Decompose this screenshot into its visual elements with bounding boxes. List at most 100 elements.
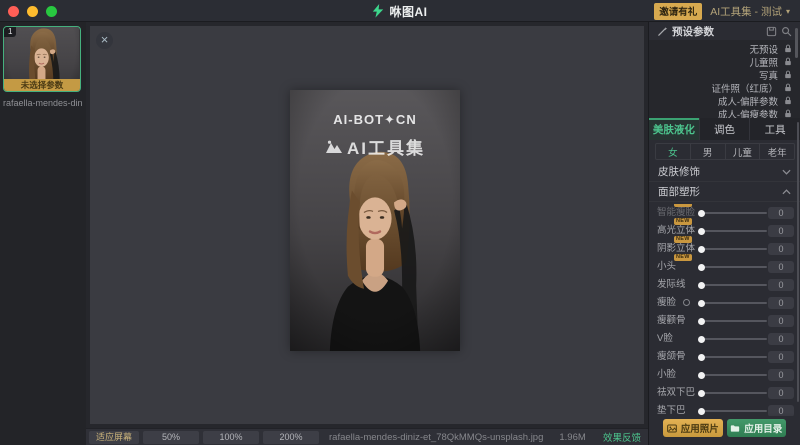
zoom-button[interactable]: 200% bbox=[263, 431, 319, 444]
slider-value: 0 bbox=[768, 351, 794, 363]
slider-value: 0 bbox=[768, 369, 794, 381]
zoom-button[interactable]: 适应屏幕 bbox=[89, 431, 139, 444]
file-size: 1.96M bbox=[559, 432, 585, 443]
save-icon[interactable] bbox=[766, 26, 777, 37]
account-menu[interactable]: AI工具集 - 测试 ▾ bbox=[710, 4, 790, 19]
slider-handle[interactable] bbox=[698, 336, 705, 343]
slider-row: NEW 小脸 0 bbox=[649, 366, 800, 384]
slider-row: NEW 阴影立体 0 bbox=[649, 240, 800, 258]
canvas-area[interactable]: × AI-BOT✦CN AI工具集 bbox=[90, 26, 644, 424]
apply-directory-button[interactable]: 应用目录 bbox=[727, 419, 787, 437]
portrait-image bbox=[290, 90, 460, 351]
zoom-button[interactable]: 50% bbox=[143, 431, 199, 444]
preset-panel-title: 预设参数 bbox=[672, 24, 714, 39]
panel-actions: 应用照片 应用目录 bbox=[649, 413, 800, 445]
slider-handle[interactable] bbox=[698, 372, 705, 379]
main-photo: AI-BOT✦CN AI工具集 bbox=[290, 90, 460, 351]
close-image-button[interactable]: × bbox=[96, 32, 113, 49]
preset-label: 无预设 bbox=[749, 42, 778, 56]
slider-track[interactable] bbox=[703, 266, 767, 268]
slider-handle[interactable] bbox=[698, 408, 705, 415]
settings-panel: 预设参数 无预设 儿童照 写真 证件照（红 bbox=[648, 22, 800, 445]
chevron-down-icon bbox=[782, 169, 791, 175]
folder-icon bbox=[730, 424, 740, 433]
gender-label: 男 bbox=[703, 145, 713, 159]
slider-track[interactable] bbox=[703, 320, 767, 322]
slider-handle[interactable] bbox=[698, 318, 705, 325]
section-label: 面部塑形 bbox=[658, 184, 782, 199]
lock-icon bbox=[784, 57, 792, 66]
preset-item[interactable]: 儿童照 bbox=[649, 55, 800, 68]
tool-tab[interactable]: 美肤液化 bbox=[649, 118, 700, 140]
gender-label: 女 bbox=[668, 145, 678, 159]
gender-tab[interactable]: 女 bbox=[656, 144, 691, 159]
apply-photo-button[interactable]: 应用照片 bbox=[663, 419, 723, 437]
preset-item[interactable]: 无预设 bbox=[649, 42, 800, 55]
slider-value: 0 bbox=[768, 207, 794, 219]
new-badge: NEW bbox=[674, 236, 692, 243]
slider-track[interactable] bbox=[703, 338, 767, 340]
slider-value: 0 bbox=[768, 297, 794, 309]
slider-value: 0 bbox=[768, 333, 794, 345]
slider-value: 0 bbox=[768, 225, 794, 237]
slider-label: V脸 bbox=[657, 330, 673, 348]
tab-label: 美肤液化 bbox=[653, 122, 695, 137]
slider-label: 瘦颌骨 bbox=[657, 348, 686, 366]
slider-track[interactable] bbox=[703, 392, 767, 394]
editor-canvas: × AI-BOT✦CN AI工具集 bbox=[86, 22, 648, 428]
slider-track[interactable] bbox=[703, 410, 767, 412]
tool-tab[interactable]: 工具 bbox=[750, 118, 800, 140]
slider-row: NEW 小头 0 bbox=[649, 258, 800, 276]
gender-tab[interactable]: 老年 bbox=[760, 144, 794, 159]
photo-thumbnail[interactable]: 1 未选择参数 bbox=[3, 26, 81, 92]
app-window: 咻图AI 邀请有礼 AI工具集 - 测试 ▾ 1 未选择参数 rafaella-… bbox=[0, 0, 800, 445]
slider-handle[interactable] bbox=[698, 300, 705, 307]
slider-handle[interactable] bbox=[698, 282, 705, 289]
slider-row: NEW 祛双下巴 0 bbox=[649, 384, 800, 402]
preset-item[interactable]: 写真 bbox=[649, 68, 800, 81]
slider-row: NEW 瘦颧骨 0 bbox=[649, 312, 800, 330]
panel-scrollbar[interactable] bbox=[797, 122, 799, 402]
preset-list: 无预设 儿童照 写真 证件照（红底） 成人-偏胖参数 成人-偏瘦参数 bbox=[649, 40, 800, 118]
slider-track[interactable] bbox=[703, 230, 767, 232]
section-face-shaping[interactable]: 面部塑形 bbox=[649, 182, 800, 202]
slider-label: 小脸 bbox=[657, 366, 676, 384]
search-icon[interactable] bbox=[781, 26, 792, 37]
slider-handle[interactable] bbox=[698, 354, 705, 361]
thumbnail-filename: rafaella-mendes-diniz-... bbox=[3, 98, 83, 108]
preset-scrollbar[interactable] bbox=[795, 28, 798, 58]
new-badge: NEW bbox=[674, 204, 692, 207]
slider-track[interactable] bbox=[703, 302, 767, 304]
slider-handle[interactable] bbox=[698, 264, 705, 271]
slider-handle[interactable] bbox=[698, 228, 705, 235]
gender-tab[interactable]: 儿童 bbox=[726, 144, 761, 159]
chevron-up-icon bbox=[782, 189, 791, 195]
slider-row: NEW V脸 0 bbox=[649, 330, 800, 348]
preset-item[interactable]: 成人-偏胖参数 bbox=[649, 94, 800, 107]
lightning-logo-icon bbox=[372, 4, 384, 18]
gender-tab[interactable]: 男 bbox=[691, 144, 726, 159]
feedback-link[interactable]: 效果反馈 bbox=[603, 430, 641, 444]
slider-track[interactable] bbox=[703, 374, 767, 376]
slider-value: 0 bbox=[768, 279, 794, 291]
preset-panel-header: 预设参数 bbox=[649, 22, 800, 40]
slider-handle[interactable] bbox=[698, 210, 705, 217]
tool-tab[interactable]: 调色 bbox=[700, 118, 751, 140]
title-bar: 咻图AI 邀请有礼 AI工具集 - 测试 ▾ bbox=[0, 0, 800, 22]
slider-handle[interactable] bbox=[698, 246, 705, 253]
account-label: AI工具集 - 测试 bbox=[710, 4, 782, 19]
open-filename: rafaella-mendes-diniz-et_78QkMMQs-unspla… bbox=[329, 432, 543, 443]
invite-reward-button[interactable]: 邀请有礼 bbox=[654, 3, 702, 20]
slider-handle[interactable] bbox=[698, 390, 705, 397]
zoom-button[interactable]: 100% bbox=[203, 431, 259, 444]
slider-track[interactable] bbox=[703, 212, 767, 214]
lock-icon bbox=[784, 109, 792, 118]
slider-track[interactable] bbox=[703, 248, 767, 250]
preset-label: 成人-偏胖参数 bbox=[718, 94, 778, 108]
preset-item[interactable]: 证件照（红底） bbox=[649, 81, 800, 94]
zoom-controls: 适应屏幕 50% 100% 200% bbox=[89, 431, 319, 444]
photo-list-sidebar: 1 未选择参数 rafaella-mendes-diniz-... bbox=[0, 22, 86, 445]
slider-track[interactable] bbox=[703, 356, 767, 358]
slider-track[interactable] bbox=[703, 284, 767, 286]
section-skin-retouch[interactable]: 皮肤修饰 bbox=[649, 162, 800, 182]
